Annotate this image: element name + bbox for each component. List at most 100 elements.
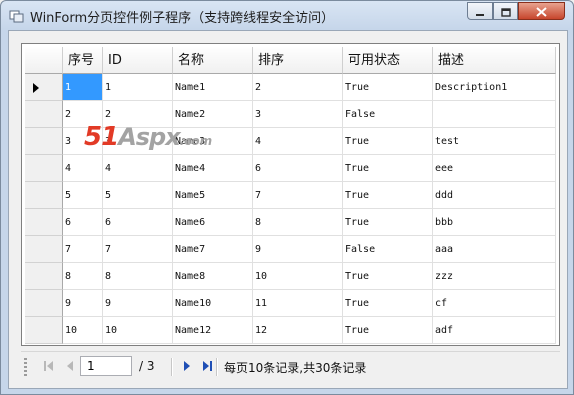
cell-status[interactable]: True	[343, 182, 433, 209]
column-header-status[interactable]: 可用状态	[343, 47, 433, 74]
column-header-index[interactable]: 序号	[63, 47, 103, 74]
cell-name[interactable]: Name2	[173, 101, 253, 128]
cell-id[interactable]: 1	[103, 74, 173, 101]
cell-id[interactable]: 7	[103, 236, 173, 263]
cell-name[interactable]: Name6	[173, 209, 253, 236]
cell-id[interactable]: 9	[103, 290, 173, 317]
cell-id[interactable]: 2	[103, 101, 173, 128]
table-row[interactable]: 2 2 Name2 3 False	[25, 101, 556, 128]
cell-status[interactable]: True	[343, 209, 433, 236]
cell-id[interactable]: 6	[103, 209, 173, 236]
row-header[interactable]	[25, 317, 63, 344]
cell-description[interactable]: zzz	[433, 263, 556, 290]
cell-name[interactable]: Name5	[173, 182, 253, 209]
cell-sort[interactable]: 12	[253, 317, 343, 344]
cell-status[interactable]: True	[343, 128, 433, 155]
cell-id[interactable]: 10	[103, 317, 173, 344]
cell-name[interactable]: Name8	[173, 263, 253, 290]
cell-index[interactable]: 3	[63, 128, 103, 155]
cell-index[interactable]: 9	[63, 290, 103, 317]
cell-id[interactable]: 4	[103, 155, 173, 182]
cell-name[interactable]: Name7	[173, 236, 253, 263]
cell-status[interactable]: True	[343, 74, 433, 101]
pager-separator	[171, 358, 173, 376]
column-header-sort[interactable]: 排序	[253, 47, 343, 74]
table-row[interactable]: 6 6 Name6 8 True bbb	[25, 209, 556, 236]
cell-index[interactable]: 4	[63, 155, 103, 182]
row-header[interactable]	[25, 74, 63, 101]
cell-sort[interactable]: 7	[253, 182, 343, 209]
cell-description[interactable]: bbb	[433, 209, 556, 236]
table-row[interactable]: 8 8 Name8 10 True zzz	[25, 263, 556, 290]
cell-description[interactable]: aaa	[433, 236, 556, 263]
cell-index[interactable]: 1	[63, 74, 103, 101]
table-row[interactable]: 4 4 Name4 6 True eee	[25, 155, 556, 182]
cell-name[interactable]: Name1	[173, 74, 253, 101]
column-header-name[interactable]: 名称	[173, 47, 253, 74]
current-page-input[interactable]	[80, 356, 132, 376]
cell-status[interactable]: True	[343, 290, 433, 317]
table-row[interactable]: 1 1 Name1 2 True Description1	[25, 74, 556, 101]
cell-status[interactable]: True	[343, 155, 433, 182]
cell-name[interactable]: Name12	[173, 317, 253, 344]
table-row[interactable]: 9 9 Name10 11 True cf	[25, 290, 556, 317]
row-header[interactable]	[25, 155, 63, 182]
table-row[interactable]: 3 3 Name3 4 True test	[25, 128, 556, 155]
data-grid[interactable]: 序号 ID 名称 排序 可用状态 描述 1 1 Name1 2 True Descript…	[21, 43, 560, 346]
prev-page-button[interactable]	[63, 359, 77, 373]
row-header[interactable]	[25, 263, 63, 290]
cell-status[interactable]: True	[343, 317, 433, 344]
cell-index[interactable]: 5	[63, 182, 103, 209]
column-header-id[interactable]: ID	[103, 47, 173, 74]
cell-description[interactable]: cf	[433, 290, 556, 317]
table-row[interactable]: 5 5 Name5 7 True ddd	[25, 182, 556, 209]
cell-sort[interactable]: 3	[253, 101, 343, 128]
row-header[interactable]	[25, 182, 63, 209]
minimize-button[interactable]	[467, 2, 493, 20]
cell-sort[interactable]: 11	[253, 290, 343, 317]
next-page-button[interactable]	[180, 359, 194, 373]
cell-index[interactable]: 2	[63, 101, 103, 128]
cell-id[interactable]: 3	[103, 128, 173, 155]
cell-name[interactable]: Name10	[173, 290, 253, 317]
cell-sort[interactable]: 10	[253, 263, 343, 290]
pager-grip[interactable]	[24, 358, 27, 376]
cell-sort[interactable]: 9	[253, 236, 343, 263]
row-header[interactable]	[25, 209, 63, 236]
table-row[interactable]: 7 7 Name7 9 False aaa	[25, 236, 556, 263]
cell-name[interactable]: Name3	[173, 128, 253, 155]
row-header[interactable]	[25, 236, 63, 263]
cell-description[interactable]: test	[433, 128, 556, 155]
last-page-button[interactable]	[200, 359, 214, 373]
window-title: WinForm分页控件例子程序（支持跨线程安全访问）	[30, 11, 335, 26]
cell-name[interactable]: Name4	[173, 155, 253, 182]
cell-description[interactable]: ddd	[433, 182, 556, 209]
cell-sort[interactable]: 8	[253, 209, 343, 236]
cell-status[interactable]: False	[343, 236, 433, 263]
cell-status[interactable]: False	[343, 101, 433, 128]
table-row[interactable]: 10 10 Name12 12 True adf	[25, 317, 556, 344]
header-corner[interactable]	[25, 47, 63, 74]
cell-sort[interactable]: 4	[253, 128, 343, 155]
title-bar[interactable]: WinForm分页控件例子程序（支持跨线程安全访问）	[1, 1, 573, 29]
cell-sort[interactable]: 6	[253, 155, 343, 182]
cell-id[interactable]: 5	[103, 182, 173, 209]
row-header[interactable]	[25, 290, 63, 317]
row-header[interactable]	[25, 128, 63, 155]
cell-description[interactable]: adf	[433, 317, 556, 344]
cell-index[interactable]: 8	[63, 263, 103, 290]
cell-description[interactable]	[433, 101, 556, 128]
cell-description[interactable]: Description1	[433, 74, 556, 101]
first-page-button[interactable]	[42, 359, 56, 373]
column-header-description[interactable]: 描述	[433, 47, 556, 74]
cell-status[interactable]: True	[343, 263, 433, 290]
row-header[interactable]	[25, 101, 63, 128]
cell-id[interactable]: 8	[103, 263, 173, 290]
cell-sort[interactable]: 2	[253, 74, 343, 101]
maximize-button[interactable]	[493, 2, 518, 20]
close-button[interactable]	[518, 2, 565, 20]
cell-description[interactable]: eee	[433, 155, 556, 182]
cell-index[interactable]: 6	[63, 209, 103, 236]
cell-index[interactable]: 10	[63, 317, 103, 344]
cell-index[interactable]: 7	[63, 236, 103, 263]
